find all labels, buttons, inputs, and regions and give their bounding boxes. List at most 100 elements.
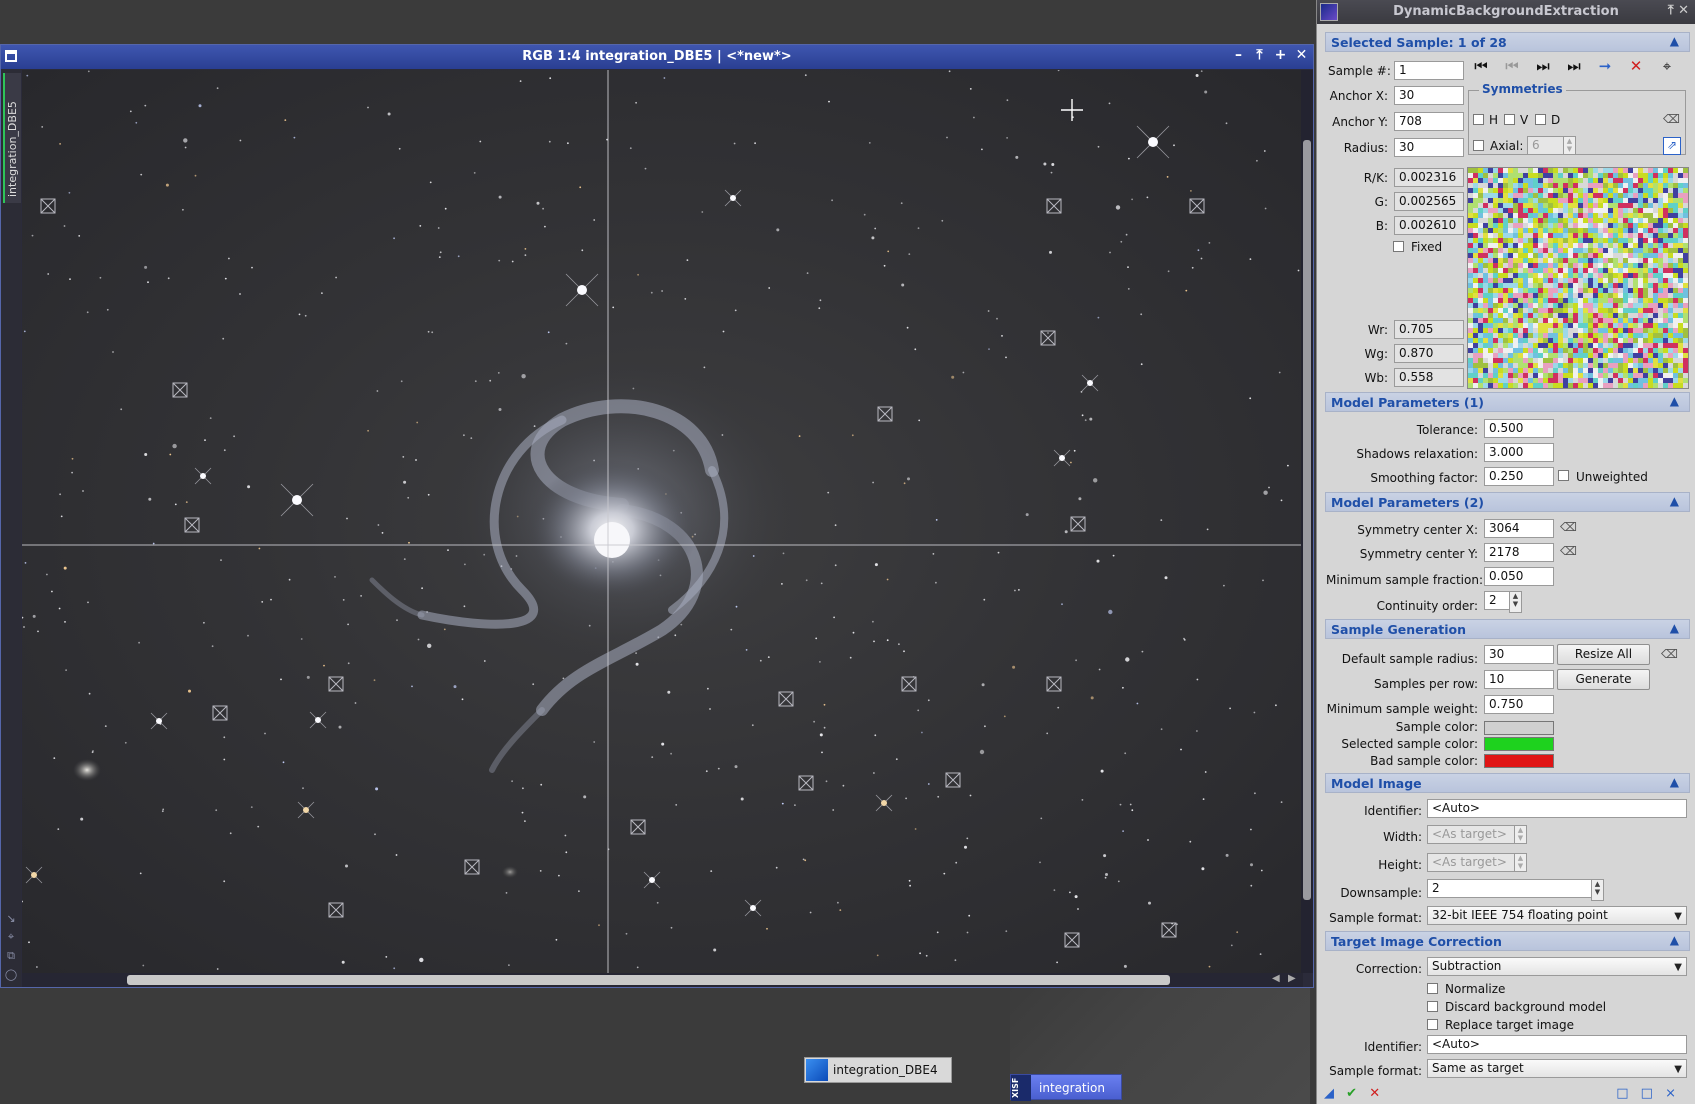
replace-target-checkbox[interactable] (1427, 1019, 1438, 1030)
new-instance-icon[interactable]: ◢ (1324, 1086, 1334, 1101)
discard-background-checkbox[interactable] (1427, 1001, 1438, 1012)
target-sample-icon[interactable]: ⌖ (1655, 57, 1679, 75)
vertical-scroll-thumb[interactable] (1303, 140, 1311, 900)
symmetry-edit-icon[interactable]: ⇗ (1663, 137, 1681, 155)
last-sample-icon[interactable]: ⏭ (1562, 57, 1586, 75)
star (578, 890, 580, 893)
image-window[interactable]: RGB 1:4 integration_DBE5 | <*new*> – ⤒ +… (0, 44, 1314, 988)
close-icon[interactable]: ✕ (1294, 47, 1309, 63)
arrow-icon[interactable]: ↘ (4, 912, 18, 925)
fixed-checkbox[interactable] (1393, 241, 1404, 252)
axial-field[interactable]: 6 (1527, 136, 1565, 155)
browse-documentation-icon[interactable]: □ (1616, 1086, 1628, 1101)
axial-spinner[interactable]: ▲ ▼ (1563, 136, 1576, 155)
minimize-icon[interactable]: – (1231, 47, 1246, 63)
symmetry-v-checkbox[interactable] (1504, 114, 1515, 125)
model-height-field[interactable]: <As target> (1427, 853, 1515, 872)
section-model-image[interactable]: Model Image ▲ (1325, 773, 1690, 793)
section-model-parameters-2[interactable]: Model Parameters (2) ▲ (1325, 492, 1690, 512)
model-height-spinner[interactable]: ▲ ▼ (1514, 853, 1527, 872)
clone-icon[interactable]: ⧉ (4, 949, 18, 963)
astro-image[interactable] (22, 70, 1303, 973)
radius-field[interactable]: 30 (1394, 138, 1464, 157)
first-sample-icon[interactable]: ⏮ (1469, 57, 1493, 75)
reset-icon[interactable]: ✕ (1369, 1086, 1380, 1101)
shade-icon[interactable]: ⤒ (1252, 47, 1267, 63)
normalize-checkbox[interactable] (1427, 983, 1438, 994)
collapse-icon[interactable]: ▲ (1670, 494, 1679, 508)
target-sample-format-select[interactable]: Same as target ▼ (1427, 1059, 1687, 1078)
dbe-panel-titlebar[interactable]: DynamicBackgroundExtraction ⤒ ✕ (1317, 0, 1695, 24)
previous-sample-icon[interactable]: ⏮ (1500, 57, 1524, 75)
clear-icon[interactable]: ⌫ (1663, 112, 1680, 126)
unweighted-checkbox[interactable] (1558, 470, 1569, 481)
section-model-parameters-1[interactable]: Model Parameters (1) ▲ (1325, 392, 1690, 412)
clear-icon[interactable]: ⌫ (1661, 647, 1678, 661)
continuity-order-spinner[interactable]: ▲ ▼ (1509, 591, 1522, 613)
generate-button[interactable]: Generate (1557, 669, 1650, 690)
clear-icon[interactable]: ⌫ (1560, 520, 1577, 534)
apply-icon[interactable]: ✔ (1346, 1086, 1357, 1101)
continuity-order-field[interactable]: 2 (1484, 591, 1510, 610)
settings-icon[interactable]: ◯ (4, 968, 18, 981)
view-tab[interactable]: integration_DBE5 (3, 73, 21, 203)
panel-window-buttons[interactable]: ⤒ ✕ (1668, 3, 1689, 18)
star (703, 366, 706, 369)
collapse-icon[interactable]: ▲ (1670, 775, 1679, 789)
symmetry-center-y-field[interactable]: 2178 (1484, 543, 1554, 562)
image-viewport[interactable] (22, 70, 1303, 973)
symmetry-center-x-field[interactable]: 3064 (1484, 519, 1554, 538)
horizontal-scrollbar[interactable]: ◀ ▶ (22, 973, 1303, 987)
target-identifier-field[interactable]: <Auto> (1427, 1035, 1687, 1054)
model-width-spinner[interactable]: ▲ ▼ (1514, 825, 1527, 844)
clear-icon[interactable]: ⌫ (1560, 544, 1577, 558)
bad-sample-color-swatch[interactable] (1484, 754, 1554, 768)
minimized-window-integration[interactable]: XISF integration (1010, 1074, 1122, 1101)
star (962, 371, 965, 374)
collapse-icon[interactable]: ▲ (1670, 34, 1679, 48)
preferences-icon[interactable]: ⨯ (1665, 1086, 1676, 1101)
section-selected-sample[interactable]: Selected Sample: 1 of 28 ▲ (1325, 32, 1690, 52)
model-sample-format-select[interactable]: 32-bit IEEE 754 floating point ▼ (1427, 906, 1687, 925)
go-to-sample-icon[interactable]: ➞ (1593, 57, 1617, 75)
vertical-scrollbar[interactable] (1301, 70, 1313, 973)
collapse-icon[interactable]: ▲ (1670, 621, 1679, 635)
edit-instance-icon[interactable]: □ (1641, 1086, 1653, 1101)
samples-per-row-field[interactable]: 10 (1484, 670, 1554, 689)
model-width-field[interactable]: <As target> (1427, 825, 1515, 844)
minimized-window-integration-dbe4[interactable]: integration_DBE4 (804, 1057, 952, 1083)
next-sample-icon[interactable]: ⏭ (1531, 57, 1555, 75)
model-identifier-field[interactable]: <Auto> (1427, 799, 1687, 818)
downsample-field[interactable]: 2 (1427, 879, 1592, 898)
maximize-icon[interactable]: + (1273, 47, 1288, 63)
delete-sample-icon[interactable]: ✕ (1624, 57, 1648, 75)
resize-all-button[interactable]: Resize All (1557, 644, 1650, 665)
image-window-titlebar[interactable]: RGB 1:4 integration_DBE5 | <*new*> – ⤒ +… (1, 45, 1313, 69)
star (185, 501, 188, 503)
collapse-icon[interactable]: ▲ (1670, 933, 1679, 947)
section-target-image-correction[interactable]: Target Image Correction ▲ (1325, 931, 1690, 951)
selected-sample-color-swatch[interactable] (1484, 737, 1554, 751)
minimum-sample-fraction-field[interactable]: 0.050 (1484, 567, 1554, 586)
tolerance-field[interactable]: 0.500 (1484, 419, 1554, 438)
smoothing-factor-field[interactable]: 0.250 (1484, 467, 1554, 486)
symmetry-h-checkbox[interactable] (1473, 114, 1484, 125)
axial-checkbox[interactable] (1473, 140, 1484, 151)
minimum-sample-weight-field[interactable]: 0.750 (1484, 695, 1554, 714)
anchor-x-field[interactable]: 30 (1394, 86, 1464, 105)
shadows-relaxation-field[interactable]: 3.000 (1484, 443, 1554, 462)
sample-num-field[interactable]: 1 (1394, 61, 1464, 80)
crosshair-icon[interactable]: ⌖ (4, 930, 18, 944)
correction-select[interactable]: Subtraction ▼ (1427, 957, 1687, 976)
anchor-y-field[interactable]: 708 (1394, 112, 1464, 131)
chevron-down-icon: ▼ (1674, 911, 1682, 922)
symmetry-d-checkbox[interactable] (1535, 114, 1546, 125)
default-sample-radius-field[interactable]: 30 (1484, 645, 1554, 664)
scroll-right-icon[interactable]: ▶ (1288, 973, 1296, 984)
downsample-spinner[interactable]: ▲ ▼ (1591, 879, 1604, 901)
section-sample-generation[interactable]: Sample Generation ▲ (1325, 619, 1690, 639)
sample-color-swatch[interactable] (1484, 721, 1554, 735)
horizontal-scroll-thumb[interactable] (127, 975, 1170, 985)
collapse-icon[interactable]: ▲ (1670, 394, 1679, 408)
scroll-left-icon[interactable]: ◀ (1272, 973, 1280, 984)
